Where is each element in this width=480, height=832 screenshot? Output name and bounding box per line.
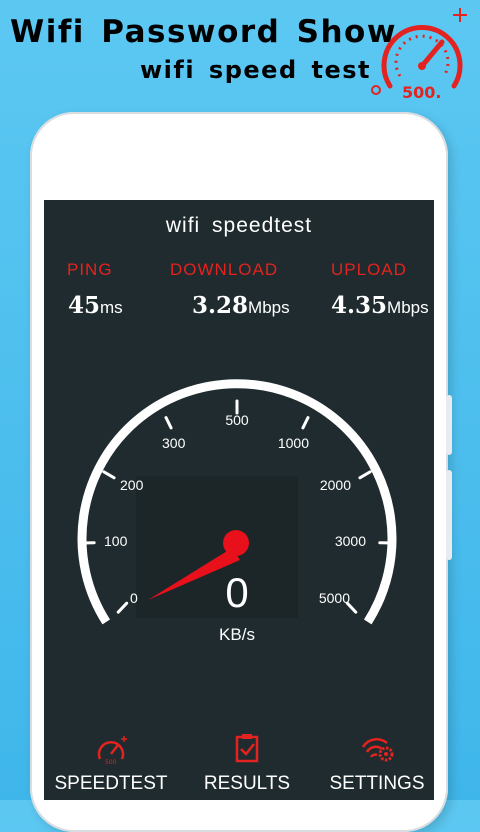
nav-results-label: RESULTS — [182, 773, 312, 795]
speedometer-icon: 500 — [91, 733, 131, 765]
download-value: 3.28Mbps — [192, 292, 290, 319]
gauge-tick-label: 5000 — [319, 590, 350, 606]
gauge-center-panel — [136, 476, 298, 618]
nav-speedtest[interactable]: 500 SPEEDTEST — [46, 725, 176, 795]
gauge-tick-label: 200 — [120, 477, 144, 493]
wifi-gear-icon — [357, 733, 397, 765]
gauge-needle-hub — [223, 530, 249, 556]
upload-label: UPLOAD — [331, 260, 407, 280]
app-screen: wifi speedtest PING DOWNLOAD UPLOAD 45ms… — [44, 200, 434, 800]
gauge-speed-value: 0 — [225, 569, 248, 616]
ping-number: 45 — [68, 292, 100, 319]
svg-text:500: 500 — [105, 759, 117, 765]
nav-results[interactable]: RESULTS — [182, 725, 312, 795]
speed-gauge: 0 100 200 300 500 1000 2000 3000 5000 0 … — [44, 370, 434, 700]
gauge-tick-label: 300 — [162, 435, 186, 451]
gauge-tick-label: 1000 — [278, 435, 309, 451]
clipboard-check-icon — [227, 733, 267, 765]
upload-value: 4.35Mbps — [331, 292, 429, 319]
nav-settings[interactable]: SETTINGS — [312, 725, 434, 795]
ping-value: 45ms — [68, 292, 123, 319]
gauge-tick-label: 3000 — [335, 533, 366, 549]
upload-number: 4.35 — [331, 292, 387, 319]
phone-side-button — [446, 395, 452, 455]
logo-text: 500. — [402, 83, 441, 102]
promo-subtitle: wifi speed test — [140, 56, 371, 84]
bottom-nav: 500 SPEEDTEST RESULTS SETTINGS — [44, 725, 434, 800]
nav-speedtest-label: SPEEDTEST — [46, 773, 176, 795]
download-unit: Mbps — [248, 298, 290, 317]
nav-settings-label: SETTINGS — [312, 773, 434, 795]
gauge-tick-label: 0 — [130, 590, 138, 606]
promo-title: Wifi Password Show — [10, 14, 397, 50]
download-label: DOWNLOAD — [170, 260, 278, 280]
ping-label: PING — [67, 260, 113, 280]
gauge-tick-label: 100 — [104, 533, 128, 549]
phone-side-button — [446, 470, 452, 560]
screen-title: wifi speedtest — [44, 214, 434, 238]
upload-unit: Mbps — [387, 298, 429, 317]
gauge-speed-unit: KB/s — [219, 625, 255, 644]
download-number: 3.28 — [192, 292, 248, 319]
gauge-tick-label: 2000 — [320, 477, 351, 493]
speedometer-logo-icon: 500. — [368, 4, 476, 104]
ping-unit: ms — [100, 298, 123, 317]
gauge-tick-label: 500 — [225, 412, 249, 428]
